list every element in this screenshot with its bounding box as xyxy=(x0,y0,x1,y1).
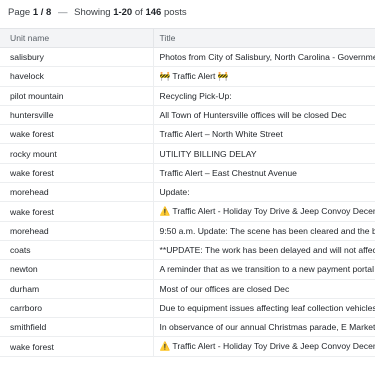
cell-title: ⚠️ Traffic Alert - Holiday Toy Drive & J… xyxy=(152,336,375,357)
total-count: 146 xyxy=(145,7,162,18)
cell-unit-name: pilot mountain xyxy=(0,86,153,106)
cell-title: In observance of our annual Christmas pa… xyxy=(152,317,375,338)
cell-title: A reminder that as we transition to a ne… xyxy=(152,259,375,280)
cell-unit-name: durham xyxy=(0,279,153,299)
table-row[interactable]: durham Most of our offices are closed Dec xyxy=(0,279,375,299)
cell-title: 🚧 Traffic Alert 🚧 xyxy=(152,66,375,87)
page-label: Page xyxy=(8,7,31,18)
separator-dash: — xyxy=(57,7,68,18)
cell-unit-name: newton xyxy=(0,259,153,280)
cell-unit-name: coats xyxy=(0,240,153,261)
cell-title: Photos from City of Salisbury, North Car… xyxy=(152,47,375,68)
table-row[interactable]: morehead 9:50 a.m. Update: The scene has … xyxy=(0,221,375,241)
cell-unit-name: wake forest xyxy=(0,336,153,357)
cell-title: All Town of Huntersville offices will be… xyxy=(152,105,375,126)
cell-unit-name: rocky mount xyxy=(0,143,153,164)
table-row[interactable]: salisbury Photos from City of Salisbury, … xyxy=(0,47,375,68)
pagination-summary: Page 1 / 8 — Showing 1-20 of 146 posts xyxy=(0,0,375,26)
cell-title: Most of our offices are closed Dec xyxy=(152,279,375,299)
count-unit: posts xyxy=(163,7,187,18)
of-label: of xyxy=(134,7,143,18)
cell-title: UTILITY BILLING DELAY xyxy=(152,143,375,164)
cell-unit-name: smithfield xyxy=(0,317,153,338)
cell-unit-name: wake forest xyxy=(0,163,153,184)
cell-unit-name: salisbury xyxy=(0,47,153,68)
table-row[interactable]: wake forest ⚠️ Traffic Alert - Holiday To… xyxy=(0,336,375,357)
showing-range: 1-20 xyxy=(113,7,133,18)
cell-unit-name: morehead xyxy=(0,221,153,241)
cell-unit-name: wake forest xyxy=(0,124,153,145)
table-row[interactable]: wake forest Traffic Alert – North White S… xyxy=(0,124,375,145)
table-row[interactable]: smithfield In observance of our annual Ch… xyxy=(0,317,375,338)
table-row[interactable]: rocky mount UTILITY BILLING DELAY xyxy=(0,143,375,164)
page-value: 1 / 8 xyxy=(32,7,52,18)
column-header-unit-name[interactable]: Unit name xyxy=(0,28,153,48)
table-row[interactable]: newton A reminder that as we transition t… xyxy=(0,259,375,280)
cell-title: Traffic Alert – East Chestnut Avenue xyxy=(152,163,375,184)
table-header-row: Unit name Title xyxy=(0,28,375,48)
cell-title: Recycling Pick-Up: xyxy=(152,86,375,106)
posts-table: Unit name Title salisbury Photos from Cit… xyxy=(0,28,375,357)
cell-title: Traffic Alert – North White Street xyxy=(152,124,375,145)
posts-table-container[interactable]: Unit name Title salisbury Photos from Cit… xyxy=(0,28,375,366)
column-header-title[interactable]: Title xyxy=(152,28,375,48)
cell-title: Due to equipment issues affecting leaf c… xyxy=(152,298,375,319)
table-row[interactable]: pilot mountain Recycling Pick-Up: xyxy=(0,86,375,106)
table-row[interactable]: huntersville All Town of Huntersville off… xyxy=(0,105,375,126)
cell-unit-name: huntersville xyxy=(0,105,153,126)
cell-unit-name: wake forest xyxy=(0,201,153,222)
cell-unit-name: carrboro xyxy=(0,298,153,319)
cell-title: 9:50 a.m. Update: The scene has been cle… xyxy=(152,221,375,241)
cell-unit-name: morehead xyxy=(0,182,153,203)
cell-unit-name: havelock xyxy=(0,66,153,87)
table-row[interactable]: carrboro Due to equipment issues affectin… xyxy=(0,298,375,319)
table-row[interactable]: wake forest Traffic Alert – East Chestnut… xyxy=(0,163,375,184)
showing-label: Showing xyxy=(74,7,111,18)
table-row[interactable]: havelock 🚧 Traffic Alert 🚧 xyxy=(0,66,375,87)
cell-title: **UPDATE: The work has been delayed and … xyxy=(152,240,375,261)
cell-title: Update: xyxy=(152,182,375,203)
table-row[interactable]: coats **UPDATE: The work has been delayed… xyxy=(0,240,375,261)
cell-title: ⚠️ Traffic Alert - Holiday Toy Drive & J… xyxy=(152,201,375,222)
table-row[interactable]: morehead Update: xyxy=(0,182,375,203)
table-row[interactable]: wake forest ⚠️ Traffic Alert - Holiday To… xyxy=(0,201,375,222)
